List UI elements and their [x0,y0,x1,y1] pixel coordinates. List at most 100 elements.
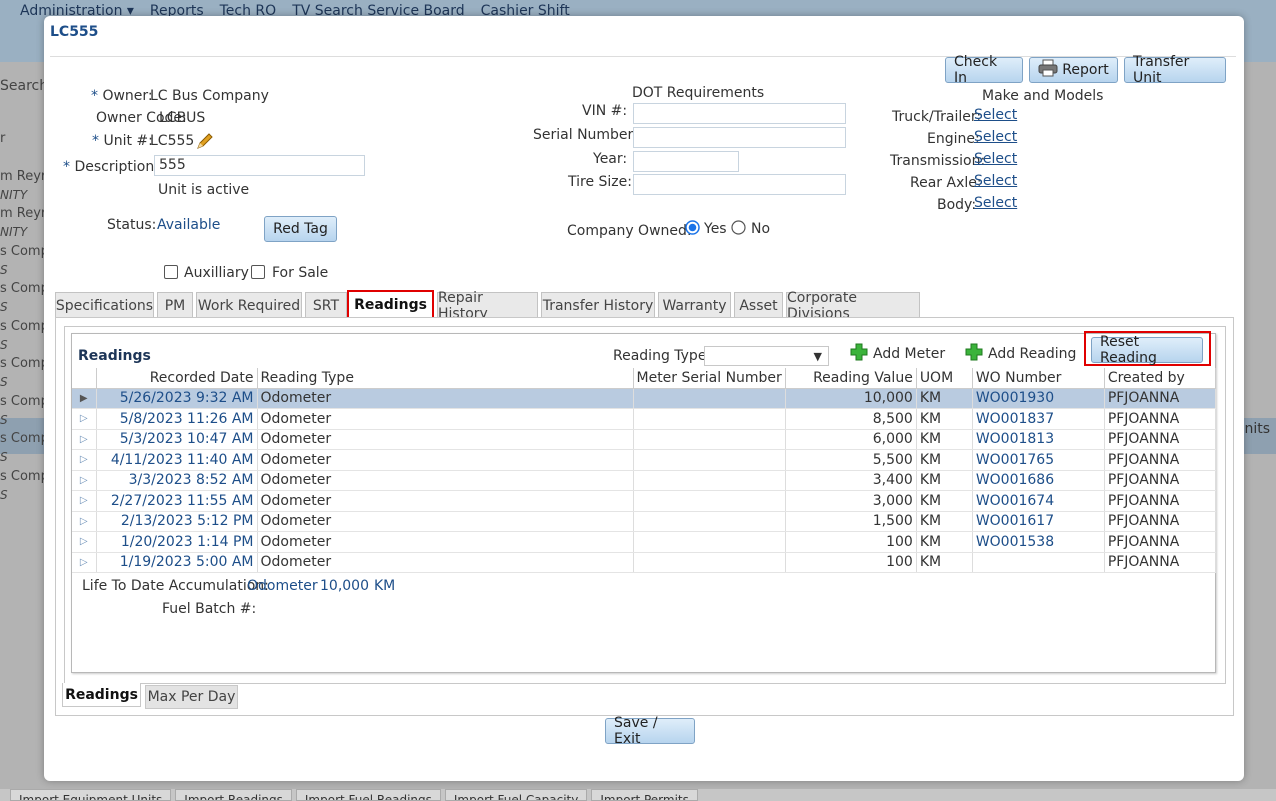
table-row[interactable]: ▷ 4/11/2023 11:40 AM Odometer 5,500 KM W… [72,449,1217,471]
wo-number-link[interactable]: WO001674 [972,490,1105,512]
expand-arrow-icon[interactable]: ▷ [72,408,97,430]
tab-readings[interactable]: Readings [347,290,434,320]
add-reading-label: Add Reading [988,346,1077,362]
table-row[interactable]: ▷ 2/13/2023 5:12 PM Odometer 1,500 KM WO… [72,511,1217,532]
check-in-button[interactable]: Check In [945,54,1023,86]
truck-trailer-label: Truck/Trailer: [892,109,982,125]
tab-import-permits[interactable]: Import Permits [591,789,698,801]
meter-serial-cell [633,388,786,409]
body-select-link[interactable]: Select [974,195,1017,211]
meter-serial-cell [633,470,786,491]
expand-arrow-icon[interactable]: ▷ [72,429,97,450]
reading-type-cell: Odometer [257,511,634,532]
tab-import-equipment-units[interactable]: Import Equipment Units [10,789,172,801]
meter-serial-cell [633,429,786,450]
ltd-type: Odometer [247,578,318,594]
vin-input[interactable] [633,103,846,124]
background-right-text: nits [1244,421,1270,437]
tab-work-required[interactable]: Work Required [196,292,302,318]
col-wo-number[interactable]: WO Number [972,368,1105,389]
subtab-readings[interactable]: Readings [62,683,141,707]
wo-number-link[interactable]: WO001765 [972,449,1105,471]
year-input[interactable] [633,151,739,172]
reset-reading-button[interactable]: Reset Reading [1091,334,1203,366]
plus-icon [965,343,983,365]
created-by-cell: PFJOANNA [1104,388,1217,409]
tab-srt[interactable]: SRT [305,292,347,318]
col-reading-type[interactable]: Reading Type [257,368,634,389]
col-reading-value[interactable]: Reading Value [785,368,917,389]
engine-select-link[interactable]: Select [974,129,1017,145]
col-created-by[interactable]: Created by [1104,368,1217,389]
table-row[interactable]: ▷ 3/3/2023 8:52 AM Odometer 3,400 KM WO0… [72,470,1217,491]
uom-cell: KM [916,490,973,512]
table-row[interactable]: ▷ 5/3/2023 10:47 AM Odometer 6,000 KM WO… [72,429,1217,450]
tab-asset[interactable]: Asset [734,292,783,318]
save-exit-button[interactable]: Save / Exit [605,715,695,747]
truck-trailer-select-link[interactable]: Select [974,107,1017,123]
expand-arrow-icon[interactable]: ▶ [72,388,97,409]
col-recorded-date[interactable]: Recorded Date [96,368,258,389]
reading-value-cell: 100 [785,552,917,573]
tab-corporate-divisions[interactable]: Corporate Divisions [786,290,920,322]
col-meter-serial-number[interactable]: Meter Serial Number [633,368,786,389]
wo-number-link[interactable]: WO001617 [972,511,1105,532]
expand-arrow-icon[interactable]: ▷ [72,531,97,553]
add-meter-button[interactable]: Add Meter [850,343,945,365]
tab-transfer-history[interactable]: Transfer History [541,292,655,318]
tab-import-readings[interactable]: Import Readings [175,789,292,801]
subtab-max-per-day[interactable]: Max Per Day [145,685,238,709]
company-owned-yes-radio[interactable] [685,220,700,239]
report-button[interactable]: Report [1029,57,1118,83]
transmission-select-link[interactable]: Select [974,151,1017,167]
tab-warranty[interactable]: Warranty [658,292,731,318]
tab-import-fuel-readings[interactable]: Import Fuel Readings [295,789,441,801]
unit-status-text: Unit is active [158,182,250,198]
table-row[interactable]: ▶ 5/26/2023 9:32 AM Odometer 10,000 KM W… [72,388,1217,409]
company-owned-no-radio[interactable] [731,220,746,239]
for-sale-checkbox[interactable] [251,265,265,279]
red-tag-button[interactable]: Red Tag [264,216,337,242]
reading-type-select[interactable]: ▼ [704,346,829,366]
table-row[interactable]: ▷ 1/19/2023 5:00 AM Odometer 100 KM PFJO… [72,552,1217,573]
readings-tab-panel: Readings Reading Type ▼ Add Meter Add Re… [55,317,1234,716]
tab-specifications[interactable]: Specifications [55,292,154,318]
tire-size-input[interactable] [633,174,846,195]
serial-number-input[interactable] [633,127,846,148]
company-owned-no-label: No [751,221,771,237]
expander-header [72,368,97,389]
auxilliary-label: Auxilliary [184,265,249,281]
add-reading-button[interactable]: Add Reading [965,343,1076,365]
recorded-date-cell: 1/19/2023 5:00 AM [96,552,258,573]
expand-arrow-icon[interactable]: ▷ [72,552,97,573]
auxilliary-checkbox[interactable] [164,265,178,279]
transfer-unit-button[interactable]: Transfer Unit [1124,54,1226,86]
wo-number-link[interactable]: WO001538 [972,531,1105,553]
wo-number-link[interactable]: WO001837 [972,408,1105,430]
tab-import-fuel-capacity[interactable]: Import Fuel Capacity [444,789,588,801]
table-row[interactable]: ▷ 2/27/2023 11:55 AM Odometer 3,000 KM W… [72,490,1217,512]
expand-arrow-icon[interactable]: ▷ [72,449,97,471]
table-row[interactable]: ▷ 1/20/2023 1:14 PM Odometer 100 KM WO00… [72,531,1217,553]
reading-type-cell: Odometer [257,470,634,491]
edit-pencil-icon[interactable] [195,131,215,155]
wo-number-link[interactable]: WO001813 [972,429,1105,450]
wo-number-link[interactable]: WO001686 [972,470,1105,491]
expand-arrow-icon[interactable]: ▷ [72,490,97,512]
wo-number-link[interactable] [972,552,1105,573]
reading-value-cell: 3,000 [785,490,917,512]
reading-type-cell: Odometer [257,531,634,553]
engine-label: Engine: [927,131,980,147]
recorded-date-cell: 3/3/2023 8:52 AM [96,470,258,491]
tab-pm[interactable]: PM [157,292,193,318]
col-uom[interactable]: UOM [916,368,973,389]
wo-number-link[interactable]: WO001930 [972,388,1105,409]
expand-arrow-icon[interactable]: ▷ [72,511,97,532]
tab-repair-history[interactable]: Repair History [437,290,538,322]
expand-arrow-icon[interactable]: ▷ [72,470,97,491]
rear-axle-select-link[interactable]: Select [974,173,1017,189]
reading-type-cell: Odometer [257,388,634,409]
description-input[interactable]: 555 [154,155,365,176]
recorded-date-cell: 2/13/2023 5:12 PM [96,511,258,532]
table-row[interactable]: ▷ 5/8/2023 11:26 AM Odometer 8,500 KM WO… [72,408,1217,430]
